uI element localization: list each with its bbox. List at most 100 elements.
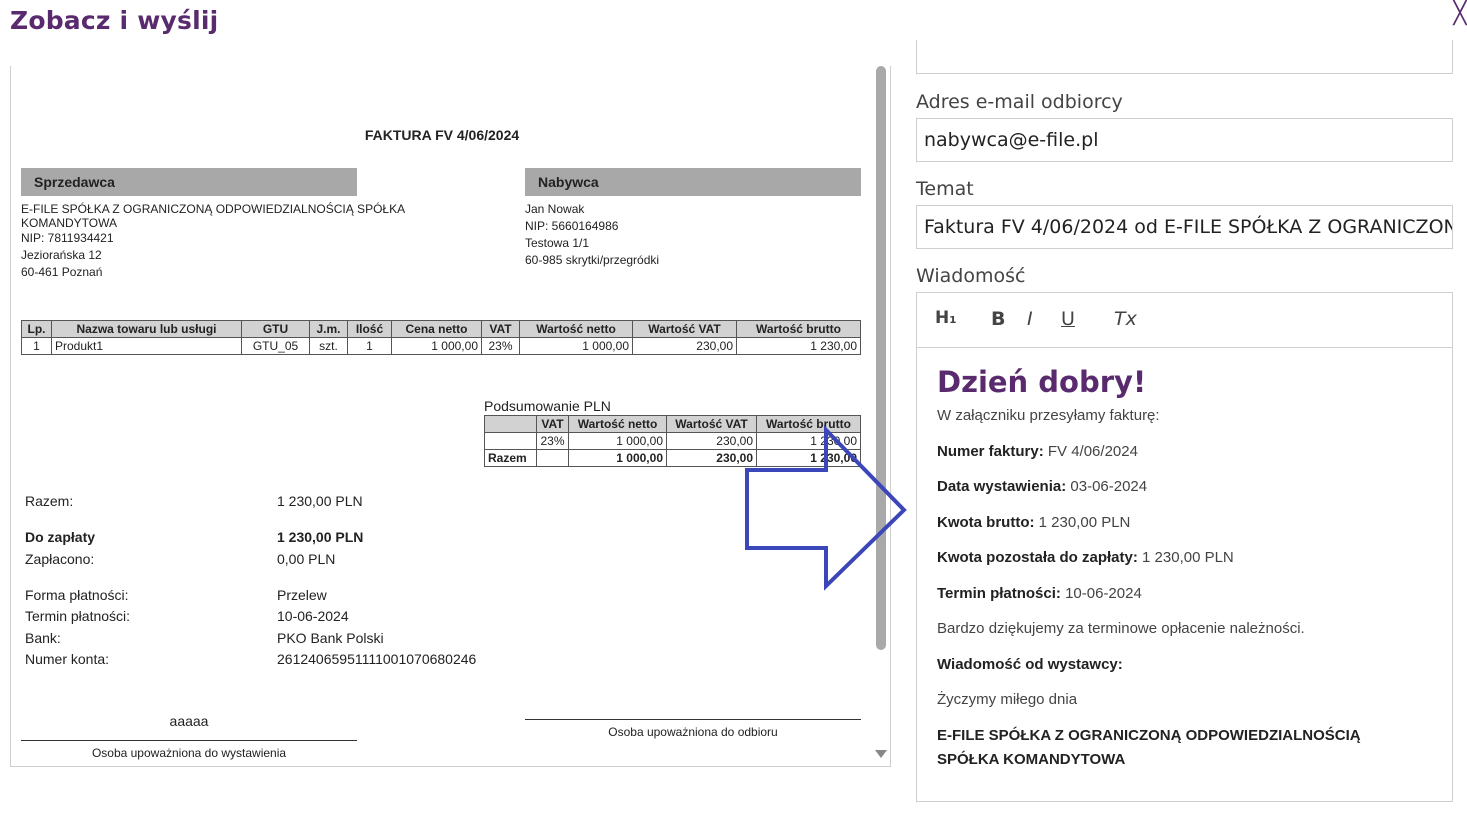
editor-toolbar: H₁ B I U Tx xyxy=(917,293,1452,348)
forma-value: Przelew xyxy=(277,587,327,603)
buyer-city: 60-985 skrytki/przegródki xyxy=(525,253,660,267)
termin-value: 10-06-2024 xyxy=(277,608,349,624)
summary-cell xyxy=(536,449,569,467)
message-heading: Dzień dobry! xyxy=(937,365,1147,399)
do-zaplaty-label: Do zapłaty xyxy=(25,529,96,545)
summary-cell: Razem xyxy=(484,449,537,467)
razem-label: Razem: xyxy=(25,493,74,509)
bold-button[interactable]: B xyxy=(991,308,1005,330)
message-thanks: Bardzo dziękujemy za terminowe opłacenie… xyxy=(937,620,1305,637)
seller-header: Sprzedawca xyxy=(21,168,357,196)
item-cell: Produkt1 xyxy=(51,337,242,355)
item-cell: szt. xyxy=(309,337,348,355)
email-field[interactable]: nabywca@e-file.pl xyxy=(916,118,1453,162)
buyer-header: Nabywca xyxy=(525,168,861,196)
seller-city: 60-461 Poznań xyxy=(21,265,103,279)
summary-cell: 230,00 xyxy=(666,432,757,450)
from-issuer-label: Wiadomość od wystawcy: xyxy=(937,656,1123,673)
items-header: Ilość xyxy=(347,320,392,338)
receiver-signature-line xyxy=(525,719,861,720)
message-label: Wiadomość xyxy=(916,265,1026,287)
subject-label: Temat xyxy=(916,178,974,200)
issuer-signature-line xyxy=(21,740,357,741)
close-icon[interactable]: ╳ xyxy=(1449,2,1467,24)
seller-name-line1: E-FILE SPÓŁKA Z OGRANICZONĄ ODPOWIEDZIAL… xyxy=(21,202,406,216)
summary-header: Wartość VAT xyxy=(666,415,757,433)
items-header: GTU xyxy=(241,320,310,338)
items-header: VAT xyxy=(481,320,520,338)
termin-label: Termin płatności: xyxy=(25,608,131,624)
signature-name: aaaaa xyxy=(169,713,209,729)
seller-details: E-FILE SPÓŁKA Z OGRANICZONĄ ODPOWIEDZIAL… xyxy=(21,202,405,281)
summary-caption: Podsumowanie PLN xyxy=(484,398,611,414)
remaining-amount-label: Kwota pozostała do zapłaty: xyxy=(937,549,1138,566)
underline-button[interactable]: U xyxy=(1061,308,1075,330)
seller-nip: NIP: 7811934421 xyxy=(21,231,114,245)
message-editor[interactable]: H₁ B I U Tx Dzień dobry! W załączniku pr… xyxy=(916,292,1453,802)
summary-header xyxy=(484,415,537,433)
konto-label: Numer konta: xyxy=(25,651,110,667)
item-cell: 1 xyxy=(347,337,392,355)
summary-table: VAT Wartość netto Wartość VAT Wartość br… xyxy=(484,415,861,467)
forma-label: Forma płatności: xyxy=(25,587,129,603)
items-header-row: Lp. Nazwa towaru lub usługi GTU J.m. Ilo… xyxy=(21,320,861,338)
summary-header: VAT xyxy=(536,415,569,433)
items-header: Wartość brutto xyxy=(736,320,861,338)
heading-button[interactable]: H₁ xyxy=(935,308,957,328)
zaplacono-value: 0,00 PLN xyxy=(277,551,336,567)
scroll-down-icon[interactable] xyxy=(875,750,887,758)
buyer-nip: NIP: 5660164986 xyxy=(525,219,619,233)
buyer-street: Testowa 1/1 xyxy=(525,236,590,250)
summary-cell: 230,00 xyxy=(666,449,757,467)
message-due-date: Termin płatności: 10-06-2024 xyxy=(937,585,1142,602)
gross-amount-label: Kwota brutto: xyxy=(937,514,1035,531)
message-issue-date: Data wystawienia: 03-06-2024 xyxy=(937,478,1147,495)
issuer-signature-label: Osoba upoważniona do wystawienia xyxy=(91,746,287,760)
items-header: Lp. xyxy=(21,320,52,338)
message-company-line2: SPÓŁKA KOMANDYTOWA xyxy=(937,751,1125,768)
scrollbar-thumb[interactable] xyxy=(876,66,886,650)
company-name-line1: E-FILE SPÓŁKA Z OGRANICZONĄ ODPOWIEDZIAL… xyxy=(937,727,1361,744)
message-company-line1: E-FILE SPÓŁKA Z OGRANICZONĄ ODPOWIEDZIAL… xyxy=(937,727,1361,744)
buyer-name: Jan Nowak xyxy=(525,202,585,216)
konto-value: 26124065951111001070680246 xyxy=(277,651,477,667)
issue-date-value: 03-06-2024 xyxy=(1066,478,1148,495)
email-label: Adres e-mail odbiorcy xyxy=(916,91,1123,113)
summary-cell xyxy=(484,432,537,450)
razem-value: 1 230,00 PLN xyxy=(277,493,363,509)
table-row: 23% 1 000,00 230,00 1 230,00 xyxy=(484,432,861,450)
item-cell: 1 000,00 xyxy=(519,337,633,355)
items-header: Wartość netto xyxy=(519,320,633,338)
bank-value: PKO Bank Polski xyxy=(277,630,384,646)
summary-cell: 23% xyxy=(536,432,569,450)
items-header: Nazwa towaru lub usługi xyxy=(51,320,242,338)
invoice-number-label: Numer faktury: xyxy=(937,443,1044,460)
due-date-label: Termin płatności: xyxy=(937,585,1061,602)
previous-field-input[interactable] xyxy=(916,40,1453,74)
due-date-value: 10-06-2024 xyxy=(1060,585,1142,602)
item-cell: 1 000,00 xyxy=(391,337,482,355)
italic-button[interactable]: I xyxy=(1027,308,1033,330)
summary-cell: 1 000,00 xyxy=(568,432,667,450)
issue-date-label: Data wystawienia: xyxy=(937,478,1067,495)
seller-name-line2: KOMANDYTOWA xyxy=(21,216,118,230)
items-header: Cena netto xyxy=(391,320,482,338)
dialog-title: Zobacz i wyślij xyxy=(10,6,219,35)
receiver-signature-label: Osoba upoważniona do odbioru xyxy=(608,725,778,739)
company-name-line2: SPÓŁKA KOMANDYTOWA xyxy=(937,751,1126,768)
message-wish: Życzymy miłego dnia xyxy=(937,691,1078,708)
invoice-preview[interactable]: FAKTURA FV 4/06/2024 Sprzedawca E-FILE S… xyxy=(10,66,891,767)
subject-field[interactable]: Faktura FV 4/06/2024 od E-FILE SPÓŁKA Z … xyxy=(916,205,1453,249)
invoice-number-value: FV 4/06/2024 xyxy=(1043,443,1138,460)
summary-header-row: VAT Wartość netto Wartość VAT Wartość br… xyxy=(484,415,861,433)
buyer-details: Jan Nowak NIP: 5660164986 Testowa 1/1 60… xyxy=(525,201,659,269)
remaining-amount-value: 1 230,00 PLN xyxy=(1137,549,1234,566)
zaplacono-label: Zapłacono: xyxy=(25,551,95,567)
clear-format-button[interactable]: Tx xyxy=(1114,308,1137,330)
item-cell: 23% xyxy=(481,337,520,355)
table-row: Razem 1 000,00 230,00 1 230,00 xyxy=(484,449,861,467)
gross-amount-value: 1 230,00 PLN xyxy=(1034,514,1131,531)
bank-label: Bank: xyxy=(25,630,61,646)
preview-scrollbar[interactable] xyxy=(875,66,887,766)
summary-header: Wartość netto xyxy=(568,415,667,433)
